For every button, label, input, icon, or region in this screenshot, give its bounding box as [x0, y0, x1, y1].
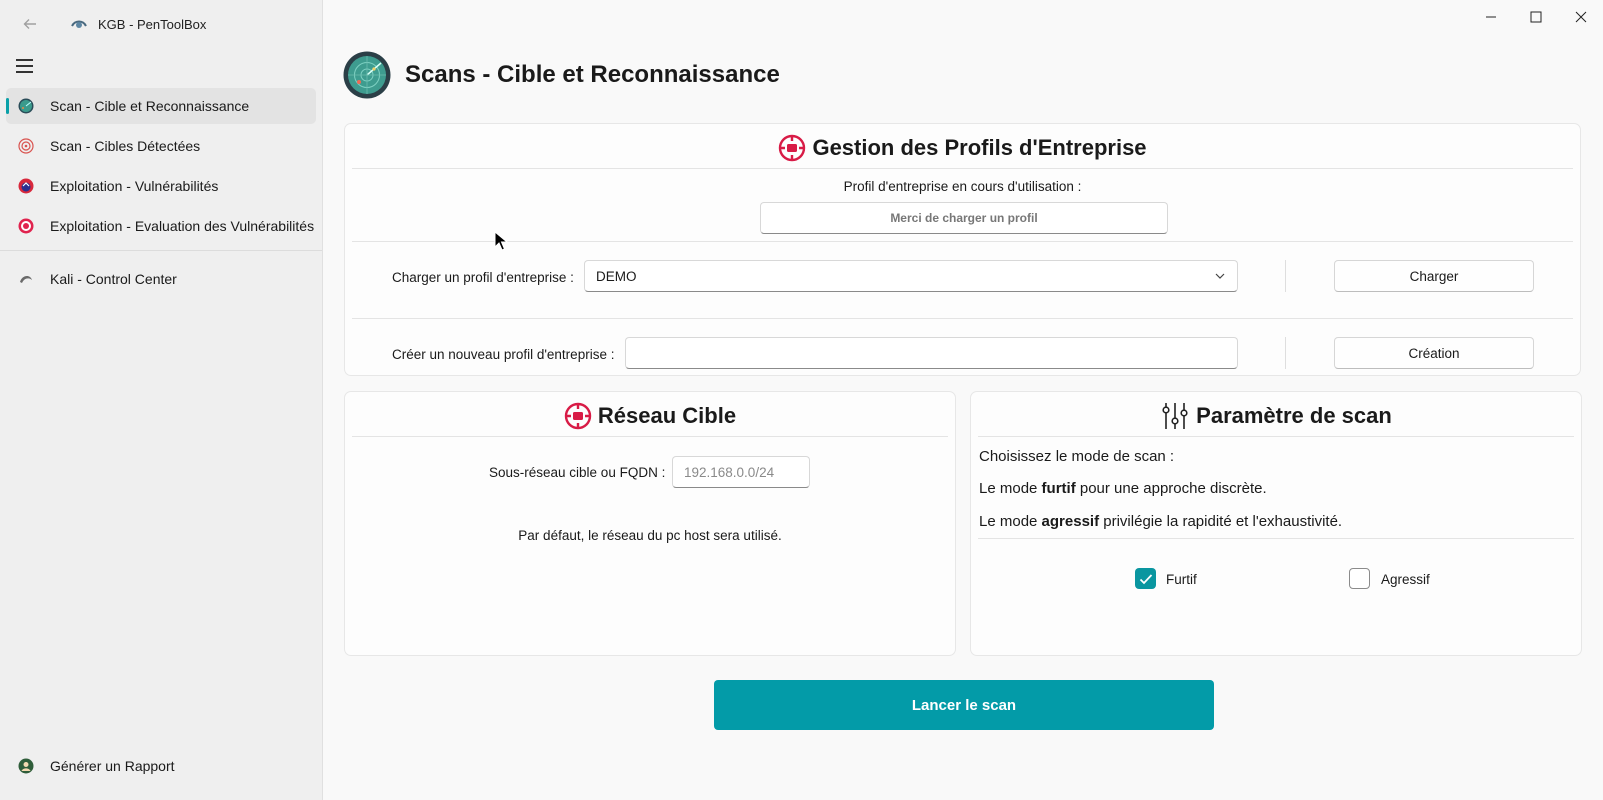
back-arrow-icon [23, 19, 36, 29]
report-icon [18, 758, 34, 774]
text: Le mode [979, 513, 1042, 530]
target-alert-icon [18, 218, 34, 234]
load-profile-button[interactable]: Charger [1334, 260, 1534, 292]
network-card: Réseau Cible Sous-réseau cible ou FQDN :… [344, 391, 956, 656]
sidebar-nav: Scan - Cible et Reconnaissance Scan - Ci… [0, 88, 322, 297]
subnet-label: Sous-réseau cible ou FQDN : [489, 465, 666, 480]
agressif-checkbox[interactable] [1349, 568, 1370, 589]
radar-icon [18, 98, 34, 114]
sidebar-item-label: Exploitation - Vulnérabilités [50, 178, 219, 194]
menu-toggle-icon[interactable] [16, 54, 40, 78]
chevron-down-icon [1215, 273, 1225, 279]
profiles-card: Gestion des Profils d'Entreprise Profil … [344, 123, 1581, 376]
mouse-cursor-icon [494, 231, 508, 251]
agressif-description: Le mode agressif privilégie la rapidité … [979, 513, 1342, 530]
create-profile-label: Créer un nouveau profil d'entreprise : [392, 347, 615, 362]
sidebar: KGB - PenToolBox Scan - Cible et Reconna… [0, 0, 323, 800]
text: pour une approche discrète. [1075, 480, 1267, 497]
sidebar-item-label: Générer un Rapport [50, 758, 175, 774]
target-icon [564, 402, 592, 430]
title-bar: KGB - PenToolBox [0, 0, 322, 48]
app-title: KGB - PenToolBox [98, 16, 207, 32]
sidebar-item-label: Exploitation - Evaluation des Vulnérabil… [50, 218, 315, 234]
page-title: Scans - Cible et Reconnaissance [405, 61, 780, 88]
text-bold: agressif [1041, 513, 1100, 530]
text: Le mode [979, 480, 1042, 497]
sidebar-item-vulnerabilites[interactable]: Exploitation - Vulnérabilités [6, 168, 316, 204]
create-profile-button[interactable]: Création [1334, 337, 1534, 369]
agressif-label[interactable]: Agressif [1381, 572, 1430, 587]
network-card-header: Réseau Cible [345, 400, 955, 432]
divider [1285, 337, 1286, 369]
divider [352, 168, 1573, 169]
furtif-description: Le mode furtif pour une approche discrèt… [979, 480, 1267, 497]
profiles-title: Gestion des Profils d'Entreprise [812, 135, 1147, 160]
scan-params-card: Paramètre de scan Choisissez le mode de … [970, 391, 1582, 656]
divider [1285, 260, 1286, 292]
profiles-card-header: Gestion des Profils d'Entreprise [345, 132, 1580, 164]
page-header: Scans - Cible et Reconnaissance [343, 51, 780, 99]
sidebar-divider [0, 250, 322, 251]
sidebar-item-scan-reconnaissance[interactable]: Scan - Cible et Reconnaissance [6, 88, 316, 124]
sidebar-item-label: Kali - Control Center [50, 271, 177, 287]
current-profile-label: Profil d'entreprise en cours d'utilisati… [843, 179, 1082, 194]
launch-scan-button[interactable]: Lancer le scan [714, 680, 1214, 730]
kali-icon [20, 276, 32, 283]
app-logo-icon [71, 20, 87, 28]
subnet-input[interactable]: 192.168.0.0/24 [672, 456, 810, 488]
sidebar-item-generer-rapport[interactable]: Générer un Rapport [6, 748, 316, 784]
exploit-icon [18, 178, 34, 194]
sidebar-footer: Générer un Rapport [6, 748, 316, 784]
divider [352, 318, 1573, 319]
network-title: Réseau Cible [597, 403, 737, 428]
sidebar-item-kali-control-center[interactable]: Kali - Control Center [6, 261, 316, 297]
divider [352, 436, 948, 437]
text-bold: furtif [1041, 480, 1076, 497]
load-profile-select[interactable]: DEMO [584, 260, 1238, 292]
load-profile-label: Charger un profil d'entreprise : [392, 270, 574, 285]
sidebar-item-label: Scan - Cibles Détectées [50, 138, 201, 154]
divider [978, 436, 1574, 437]
scan-params-title: Paramètre de scan [1196, 403, 1392, 428]
furtif-checkbox[interactable] [1135, 568, 1156, 589]
sliders-icon [1162, 403, 1188, 429]
back-button[interactable] [16, 10, 44, 38]
target-icon [18, 138, 34, 154]
divider [352, 241, 1573, 242]
sidebar-item-evaluation-vulnerabilites[interactable]: Exploitation - Evaluation des Vulnérabil… [6, 208, 316, 244]
create-profile-input[interactable] [625, 337, 1238, 369]
sidebar-item-cibles-detectees[interactable]: Scan - Cibles Détectées [6, 128, 316, 164]
scan-mode-intro: Choisissez le mode de scan : [979, 448, 1175, 465]
radar-icon [343, 51, 391, 99]
current-profile-display: Merci de charger un profil [760, 202, 1168, 234]
divider [978, 538, 1574, 539]
target-icon [779, 134, 806, 162]
sidebar-item-label: Scan - Cible et Reconnaissance [50, 98, 250, 114]
scan-params-card-header: Paramètre de scan [971, 400, 1581, 432]
default-network-note: Par défaut, le réseau du pc host sera ut… [518, 528, 782, 543]
furtif-label[interactable]: Furtif [1166, 572, 1197, 587]
load-profile-selected: DEMO [596, 268, 637, 284]
main-content: Scans - Cible et Reconnaissance Gestion … [323, 0, 1603, 800]
checkmark-icon [1139, 573, 1152, 584]
text: privilégie la rapidité et l'exhaustivité… [1099, 513, 1343, 530]
